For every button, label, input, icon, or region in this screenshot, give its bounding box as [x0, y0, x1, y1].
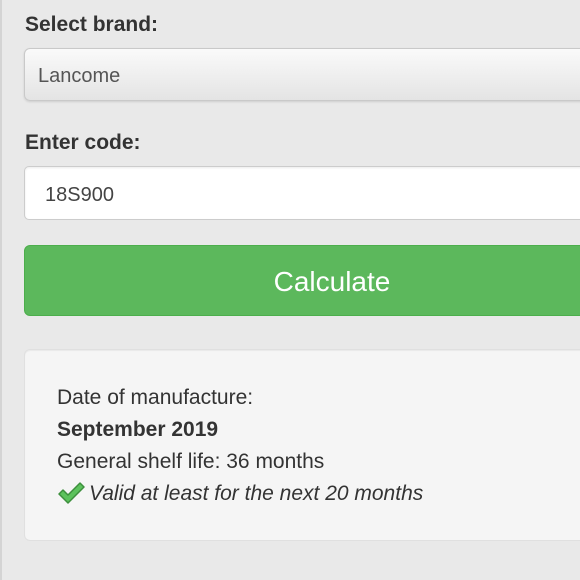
left-border: [0, 0, 2, 580]
result-panel: Date of manufacture: September 2019 Gene…: [24, 349, 580, 541]
brand-select-value: Lancome: [38, 65, 121, 87]
calculate-button[interactable]: Calculate: [24, 245, 580, 316]
checkmark-icon: [58, 482, 85, 504]
code-input-value: 18S900: [45, 184, 114, 206]
calculate-button-label: Calculate: [273, 266, 391, 297]
validity-text: Valid at least for the next 20 months: [89, 482, 424, 505]
brand-label: Select brand:: [25, 13, 159, 36]
code-label: Enter code:: [25, 131, 141, 154]
batch-code-checker: Select brand: Lancome Enter code: 18S900…: [0, 0, 580, 580]
code-input[interactable]: 18S900: [24, 166, 580, 220]
shelf-life-text: General shelf life: 36 months: [57, 450, 325, 473]
brand-select[interactable]: Lancome: [24, 48, 580, 101]
manufacture-date-label: Date of manufacture:: [57, 386, 254, 409]
validity-row: Valid at least for the next 20 months: [57, 481, 423, 507]
manufacture-date-value: September 2019: [57, 418, 219, 441]
